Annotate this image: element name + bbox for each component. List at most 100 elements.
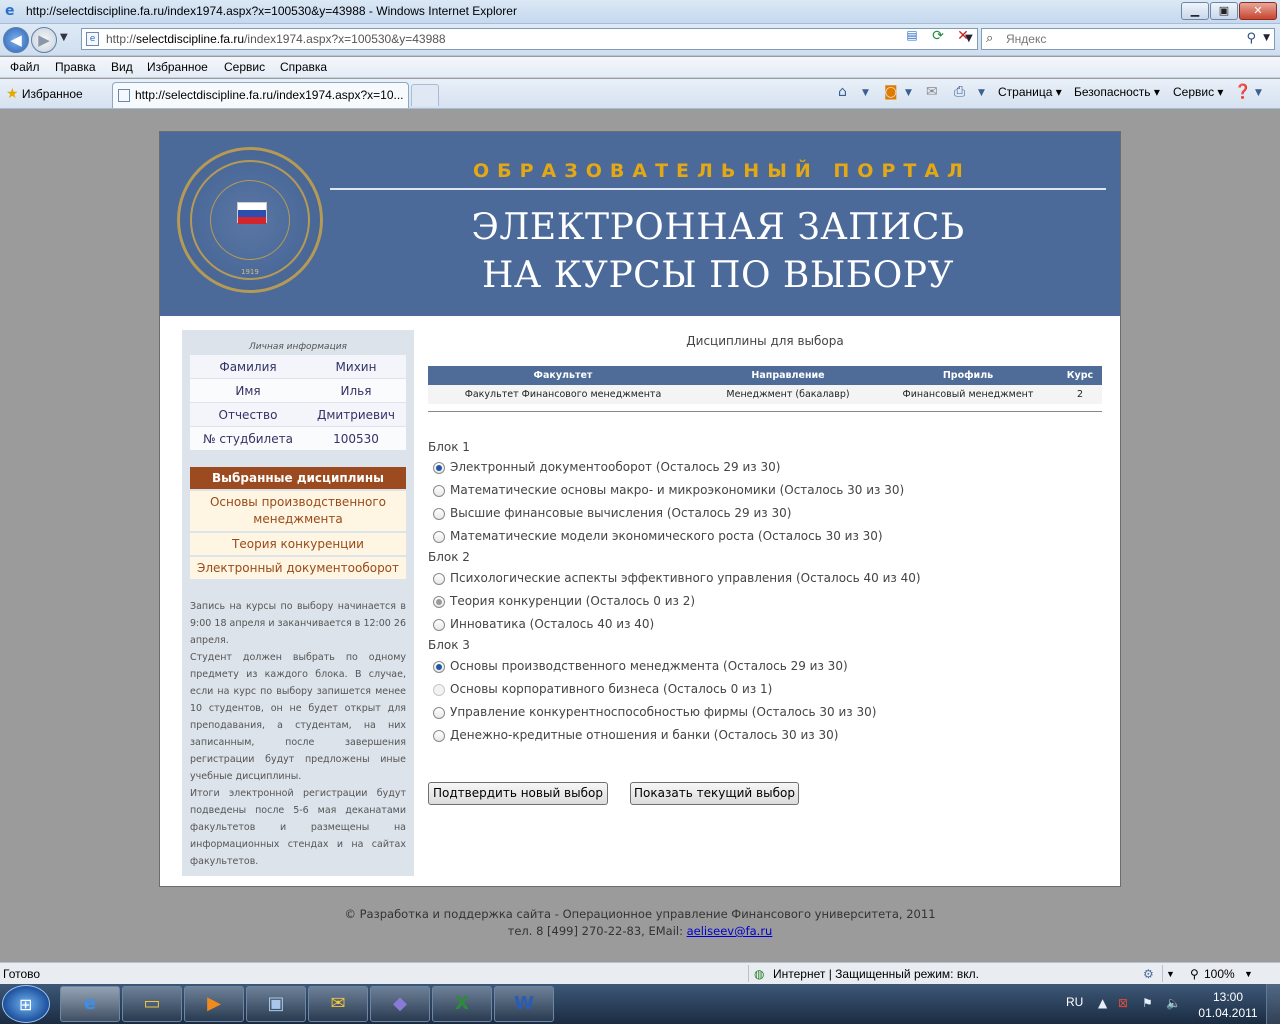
option-label[interactable]: Управление конкурентноспособностью фирмы… <box>450 705 876 719</box>
radio-button[interactable] <box>433 485 445 497</box>
info-paragraph: Студент должен выбрать по одному предмет… <box>190 652 406 782</box>
tray-network-icon[interactable]: ⊠ <box>1118 996 1128 1010</box>
start-button[interactable]: ⊞ <box>2 985 50 1023</box>
selected-discipline-item: Теория конкуренции <box>190 533 406 555</box>
home-dropdown-icon[interactable]: ▼ <box>862 88 869 98</box>
help-icon[interactable]: ❓ <box>1234 84 1251 100</box>
taskbar-internet-explorer-icon[interactable]: e <box>60 986 120 1022</box>
read-mail-icon[interactable]: ✉ <box>926 84 938 100</box>
url-path: /index1974.aspx?x=100530&y=43988 <box>244 32 446 46</box>
tools-menu[interactable]: Сервис ▾ <box>1173 85 1223 99</box>
print-icon[interactable]: ⎙ <box>954 84 965 100</box>
status-separator <box>748 965 749 982</box>
option-label[interactable]: Математические модели экономического рос… <box>450 529 883 543</box>
footer-email-link[interactable]: aeliseev@fa.ru <box>687 924 773 938</box>
option-label[interactable]: Денежно-кредитные отношения и банки (Ост… <box>450 728 838 742</box>
zoom-level[interactable]: 100% <box>1204 967 1235 981</box>
confirm-selection-button[interactable]: Подтвердить новый выбор <box>428 782 608 805</box>
protected-mode-icon[interactable]: ⚙ <box>1143 967 1154 981</box>
safety-menu[interactable]: Безопасность ▾ <box>1074 85 1160 99</box>
taskbar-remote-desktop-icon[interactable]: ▣ <box>246 986 306 1022</box>
menu-help[interactable]: Справка <box>280 60 327 74</box>
page-viewport: 1919 ОБРАЗОВАТЕЛЬНЫЙ ПОРТАЛ ЭЛЕКТРОННАЯ … <box>0 110 1280 962</box>
tray-language[interactable]: RU <box>1066 995 1083 1009</box>
taskbar-media-player-icon[interactable]: ▶ <box>184 986 244 1022</box>
favorites-label: Избранное <box>21 87 83 101</box>
menu-bar: Файл Правка Вид Избранное Сервис Справка <box>0 57 1280 78</box>
show-desktop-button[interactable] <box>1266 984 1280 1024</box>
favorites-button[interactable]: ★ Избранное <box>6 85 83 102</box>
protected-dropdown-icon[interactable]: ▼ <box>1166 969 1175 979</box>
tray-action-center-icon[interactable]: ⚑ <box>1142 996 1153 1010</box>
taskbar-excel-icon[interactable]: X <box>432 986 492 1022</box>
russian-flag-icon <box>237 202 267 224</box>
menu-view[interactable]: Вид <box>111 60 133 74</box>
zoom-dropdown-icon[interactable]: ▼ <box>1244 969 1253 979</box>
option-label[interactable]: Высшие финансовые вычисления (Осталось 2… <box>450 506 791 520</box>
search-icon[interactable]: ⚲ <box>1246 31 1256 46</box>
table-cell: 2 <box>1058 385 1102 404</box>
radio-button[interactable] <box>433 619 445 631</box>
menu-favorites[interactable]: Избранное <box>147 60 208 74</box>
radio-button[interactable] <box>433 707 445 719</box>
option-label[interactable]: Электронный документооборот (Осталось 29… <box>450 460 780 474</box>
favorites-star-icon: ★ <box>6 85 19 101</box>
block-1-label: Блок 1 <box>428 440 470 454</box>
table-header: Профиль <box>878 366 1058 385</box>
history-dropdown-icon[interactable]: ▼ <box>60 32 68 43</box>
option-label[interactable]: Математические основы макро- и микроэкон… <box>450 483 904 497</box>
menu-tools[interactable]: Сервис <box>224 60 265 74</box>
close-button[interactable]: ✕ <box>1239 2 1277 20</box>
personal-value: Дмитриевич <box>317 408 395 422</box>
browser-tab-active[interactable]: http://selectdiscipline.fa.ru/index1974.… <box>112 82 409 108</box>
footer-phone: тел. 8 [499] 270-22-83, EMail: <box>507 924 687 938</box>
clock-date[interactable]: 01.04.2011 <box>1196 1006 1260 1020</box>
address-bar[interactable]: e http://selectdiscipline.fa.ru/index197… <box>81 28 978 50</box>
windows-logo-icon: ⊞ <box>19 995 33 1014</box>
option-label[interactable]: Психологические аспекты эффективного упр… <box>450 571 921 585</box>
radio-button[interactable] <box>433 661 445 673</box>
security-zone-text[interactable]: Интернет | Защищенный режим: вкл. <box>773 967 979 981</box>
taskbar-infopath-icon[interactable]: ◆ <box>370 986 430 1022</box>
menu-edit[interactable]: Правка <box>55 60 96 74</box>
show-current-selection-button[interactable]: Показать текущий выбор <box>630 782 799 805</box>
home-icon[interactable]: ⌂ <box>838 84 847 100</box>
tray-expand-icon[interactable]: ▲ <box>1098 996 1107 1010</box>
favorites-bar: ★ Избранное http://selectdiscipline.fa.r… <box>0 79 1280 109</box>
radio-button[interactable] <box>433 508 445 520</box>
new-tab-button[interactable] <box>411 84 439 106</box>
radio-button[interactable] <box>433 531 445 543</box>
print-dropdown-icon[interactable]: ▼ <box>978 88 985 98</box>
refresh-icon[interactable]: ⟳ <box>928 28 948 44</box>
compatibility-view-icon[interactable]: ▤ <box>902 28 922 44</box>
back-button[interactable]: ◀ <box>3 27 29 53</box>
clock-time[interactable]: 13:00 <box>1200 990 1256 1004</box>
page-menu[interactable]: Страница ▾ <box>998 85 1062 99</box>
taskbar-outlook-icon[interactable]: ✉ <box>308 986 368 1022</box>
menu-file[interactable]: Файл <box>10 60 40 74</box>
radio-button[interactable] <box>433 730 445 742</box>
help-dropdown-icon[interactable]: ▼ <box>1255 88 1262 98</box>
personal-value: Илья <box>340 384 372 398</box>
option-label[interactable]: Основы производственного менеджмента (Ос… <box>450 659 848 673</box>
feeds-dropdown-icon[interactable]: ▼ <box>905 88 912 98</box>
zoom-icon[interactable]: ⚲ <box>1190 967 1199 981</box>
address-url[interactable]: http://selectdiscipline.fa.ru/index1974.… <box>106 32 446 46</box>
block-3-label: Блок 3 <box>428 638 470 652</box>
option-label[interactable]: Инноватика (Осталось 40 из 40) <box>450 617 654 631</box>
rss-feeds-icon[interactable]: ◙ <box>884 84 898 100</box>
radio-button[interactable] <box>433 573 445 585</box>
maximize-button[interactable]: ▣ <box>1210 2 1238 20</box>
table-header-row: Факультет Направление Профиль Курс <box>428 366 1102 385</box>
search-box[interactable]: ⌕ Яндекс ⚲ ▼ <box>981 28 1275 50</box>
info-paragraph: Запись на курсы по выбору начинается в 9… <box>190 601 406 646</box>
forward-button[interactable]: ▶ <box>31 27 57 53</box>
radio-button[interactable] <box>433 462 445 474</box>
search-dropdown-icon[interactable]: ▼ <box>1263 33 1270 43</box>
minimize-button[interactable]: ▁ <box>1181 2 1209 20</box>
tray-volume-icon[interactable]: 🔈 <box>1166 996 1181 1010</box>
taskbar-word-icon[interactable]: W <box>494 986 554 1022</box>
internet-explorer-icon: e <box>5 3 15 19</box>
stop-icon[interactable]: ✕ <box>953 28 973 44</box>
taskbar-explorer-icon[interactable]: ▭ <box>122 986 182 1022</box>
